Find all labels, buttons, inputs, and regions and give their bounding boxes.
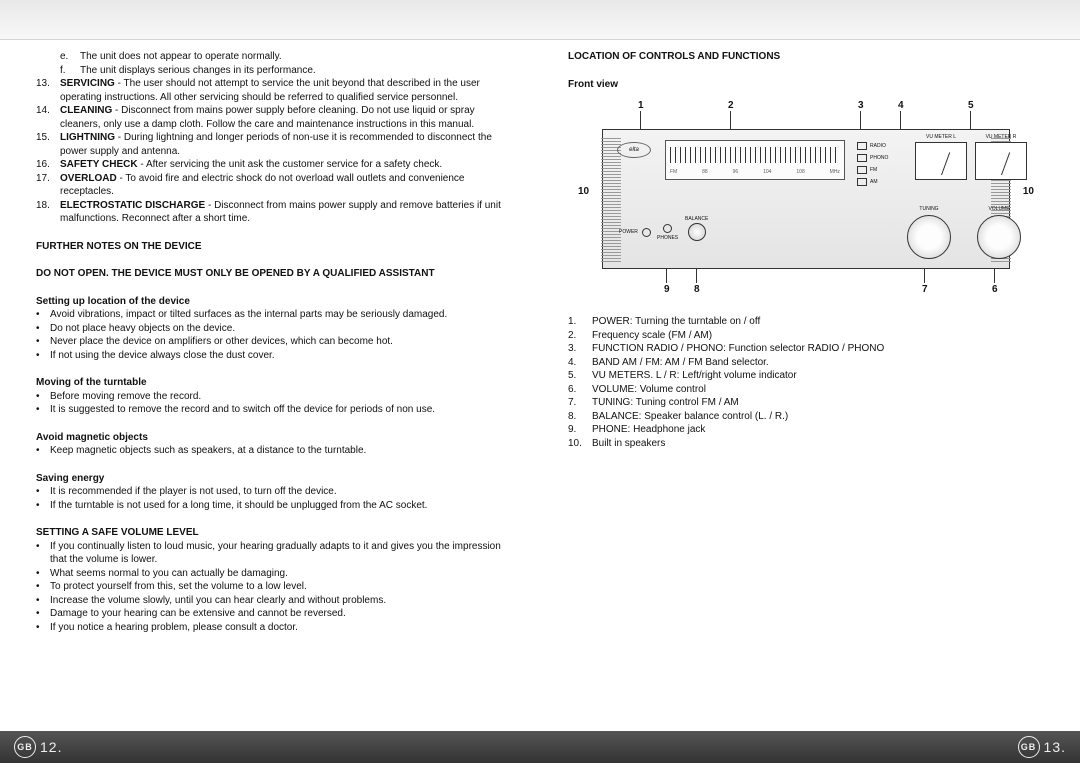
heading-frontview: Front view	[568, 78, 1044, 92]
tuning-knob: TUNING	[905, 206, 953, 259]
bullet-item: Before moving remove the record.	[50, 390, 512, 404]
callout-7: 7	[922, 283, 928, 297]
sub-item: f.The unit displays serious changes in i…	[60, 64, 512, 78]
list-item: 15.LIGHTNING - During lightning and long…	[36, 131, 512, 158]
continued-sublist: e.The unit does not appear to operate no…	[36, 50, 512, 77]
control-item: 3.FUNCTION RADIO / PHONO: Function selec…	[568, 342, 1044, 356]
vu-meter-right: VU METER R	[975, 142, 1027, 180]
bullet-item: It is suggested to remove the record and…	[50, 403, 512, 417]
callouts-bottom: 9 8 7 6	[608, 283, 1004, 299]
list-mag: Keep magnetic objects such as speakers, …	[36, 444, 512, 458]
heading-mag: Avoid magnetic objects	[36, 431, 512, 445]
control-item: 10.Built in speakers	[568, 437, 1044, 451]
list-item: 16.SAFETY CHECK - After servicing the un…	[36, 158, 512, 172]
control-item: 4.BAND AM / FM: AM / FM Band selector.	[568, 356, 1044, 370]
heading-location: LOCATION OF CONTROLS AND FUNCTIONS	[568, 50, 1044, 64]
balance-knob: BALANCE	[685, 216, 708, 241]
brand-logo: elta	[617, 142, 651, 158]
sub-item: e.The unit does not appear to operate no…	[60, 50, 512, 64]
left-column: e.The unit does not appear to operate no…	[0, 50, 540, 723]
control-item: 1.POWER: Turning the turntable on / off	[568, 315, 1044, 329]
list-setup: Avoid vibrations, impact or tilted surfa…	[36, 308, 512, 362]
control-item: 6.VOLUME: Volume control	[568, 383, 1044, 397]
controls-list: 1.POWER: Turning the turntable on / off2…	[568, 315, 1044, 450]
list-moving: Before moving remove the record.It is su…	[36, 390, 512, 417]
callout-9: 9	[664, 283, 670, 297]
callout-6: 6	[992, 283, 998, 297]
callout-10-left: 10	[578, 185, 589, 199]
bullet-item: Never place the device on amplifiers or …	[50, 335, 512, 349]
bullet-item: Do not place heavy objects on the device…	[50, 322, 512, 336]
page-number-right: GB 13.	[1018, 736, 1066, 758]
heading-further: FURTHER NOTES ON THE DEVICE	[36, 240, 512, 254]
heading-setup: Setting up location of the device	[36, 295, 512, 309]
bullet-item: Increase the volume slowly, until you ca…	[50, 594, 512, 608]
list-item: 18.ELECTROSTATIC DISCHARGE - Disconnect …	[36, 199, 512, 226]
bullet-item: It is recommended if the player is not u…	[50, 485, 512, 499]
frequency-scale: FM8896104108MHz	[665, 140, 845, 180]
bullet-item: If not using the device always close the…	[50, 349, 512, 363]
heading-volume: SETTING A SAFE VOLUME LEVEL	[36, 526, 512, 540]
page-number-left: GB 12.	[14, 736, 62, 758]
callout-8: 8	[694, 283, 700, 297]
control-item: 5.VU METERS. L / R: Left/right volume in…	[568, 369, 1044, 383]
phones-jack: PHONES	[657, 224, 678, 242]
right-column: LOCATION OF CONTROLS AND FUNCTIONS Front…	[540, 50, 1080, 723]
bullet-item: Damage to your hearing can be extensive …	[50, 607, 512, 621]
header-band	[0, 0, 1080, 40]
continued-mainlist: 13.SERVICING - The user should not attem…	[36, 77, 512, 226]
bullet-item: If the turntable is not used for a long …	[50, 499, 512, 513]
bullet-item: Avoid vibrations, impact or tilted surfa…	[50, 308, 512, 322]
power-button: POWER	[619, 228, 651, 237]
control-item: 2.Frequency scale (FM / AM)	[568, 329, 1044, 343]
vu-meter-left: VU METER L	[915, 142, 967, 180]
front-view-diagram: 1 2 3 4 5 10 10 elta FM	[568, 99, 1044, 299]
list-volume: If you continually listen to loud music,…	[36, 540, 512, 635]
list-item: 14.CLEANING - Disconnect from mains powe…	[36, 104, 512, 131]
volume-knob: VOLUME	[975, 206, 1023, 259]
heading-warning: DO NOT OPEN. THE DEVICE MUST ONLY BE OPE…	[36, 267, 512, 281]
list-energy: It is recommended if the player is not u…	[36, 485, 512, 512]
bullet-item: If you notice a hearing problem, please …	[50, 621, 512, 635]
bullet-item: If you continually listen to loud music,…	[50, 540, 512, 567]
switch-group: RADIO PHONO FM AM	[857, 142, 903, 186]
control-item: 9.PHONE: Headphone jack	[568, 423, 1044, 437]
bullet-item: Keep magnetic objects such as speakers, …	[50, 444, 512, 458]
bullet-item: What seems normal to you can actually be…	[50, 567, 512, 581]
control-item: 8.BALANCE: Speaker balance control (L. /…	[568, 410, 1044, 424]
list-item: 13.SERVICING - The user should not attem…	[36, 77, 512, 104]
callout-10-right: 10	[1023, 185, 1034, 199]
list-item: 17.OVERLOAD - To avoid fire and electric…	[36, 172, 512, 199]
lang-badge-icon: GB	[1018, 736, 1040, 758]
callouts-top: 1 2 3 4 5	[608, 99, 1004, 119]
device-outline: elta FM8896104108MHz RADIO PHONO FM AM V…	[602, 129, 1010, 269]
control-item: 7.TUNING: Tuning control FM / AM	[568, 396, 1044, 410]
heading-energy: Saving energy	[36, 472, 512, 486]
bullet-item: To protect yourself from this, set the v…	[50, 580, 512, 594]
heading-moving: Moving of the turntable	[36, 376, 512, 390]
lang-badge-icon: GB	[14, 736, 36, 758]
page-footer: GB 12. GB 13.	[0, 731, 1080, 763]
